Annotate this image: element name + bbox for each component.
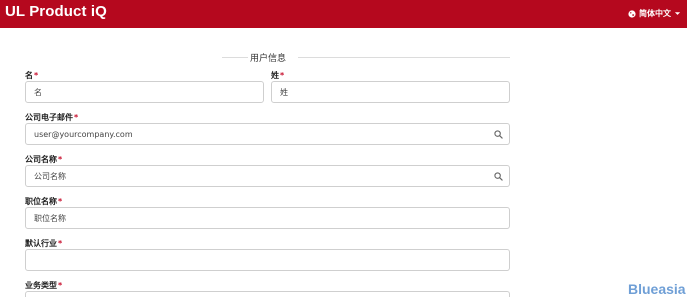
user-info-section-header: 用户信息 (222, 49, 510, 65)
first-name-input[interactable] (26, 82, 263, 102)
first-name-field[interactable] (25, 81, 264, 103)
business-type-field[interactable] (25, 291, 510, 297)
email-field[interactable] (25, 123, 510, 145)
company-name-label: 公司名称* (25, 154, 62, 165)
section-title: 用户信息 (250, 54, 287, 64)
job-title-label-text: 职位名称 (25, 197, 57, 206)
industry-input[interactable] (26, 250, 509, 270)
divider (222, 57, 248, 58)
divider (298, 57, 510, 58)
business-type-label-text: 业务类型 (25, 281, 57, 290)
globe-icon (628, 9, 636, 18)
industry-field[interactable] (25, 249, 510, 271)
industry-label: 默认行业* (25, 238, 62, 249)
job-title-input[interactable] (26, 208, 509, 228)
language-selector[interactable]: 简体中文 (628, 8, 681, 19)
first-name-label: 名* (25, 70, 38, 81)
company-name-label-text: 公司名称 (25, 155, 57, 164)
company-name-input[interactable] (26, 166, 509, 186)
job-title-field[interactable] (25, 207, 510, 229)
search-icon[interactable] (494, 130, 503, 139)
top-navigation-bar: UL Product iQ 简体中文 (0, 0, 687, 28)
business-type-label: 业务类型* (25, 280, 62, 291)
email-input[interactable] (26, 124, 509, 144)
search-icon[interactable] (494, 172, 503, 181)
email-label: 公司电子邮件* (25, 112, 78, 123)
required-marker: * (58, 155, 63, 164)
required-marker: * (74, 113, 79, 122)
last-name-label-text: 姓 (271, 71, 279, 80)
industry-label-text: 默认行业 (25, 239, 57, 248)
required-marker: * (34, 71, 39, 80)
required-marker: * (280, 71, 285, 80)
last-name-input[interactable] (272, 82, 509, 102)
required-marker: * (58, 239, 63, 248)
last-name-label: 姓* (271, 70, 284, 81)
required-marker: * (58, 197, 63, 206)
last-name-field[interactable] (271, 81, 510, 103)
caret-down-icon (674, 11, 681, 16)
brand-logo[interactable]: UL Product iQ (5, 3, 107, 20)
email-label-text: 公司电子邮件 (25, 113, 73, 122)
first-name-label-text: 名 (25, 71, 33, 80)
job-title-label: 职位名称* (25, 196, 62, 207)
required-marker: * (58, 281, 63, 290)
language-label: 简体中文 (639, 9, 671, 18)
company-name-field[interactable] (25, 165, 510, 187)
watermark-text: Blueasia (628, 281, 686, 297)
